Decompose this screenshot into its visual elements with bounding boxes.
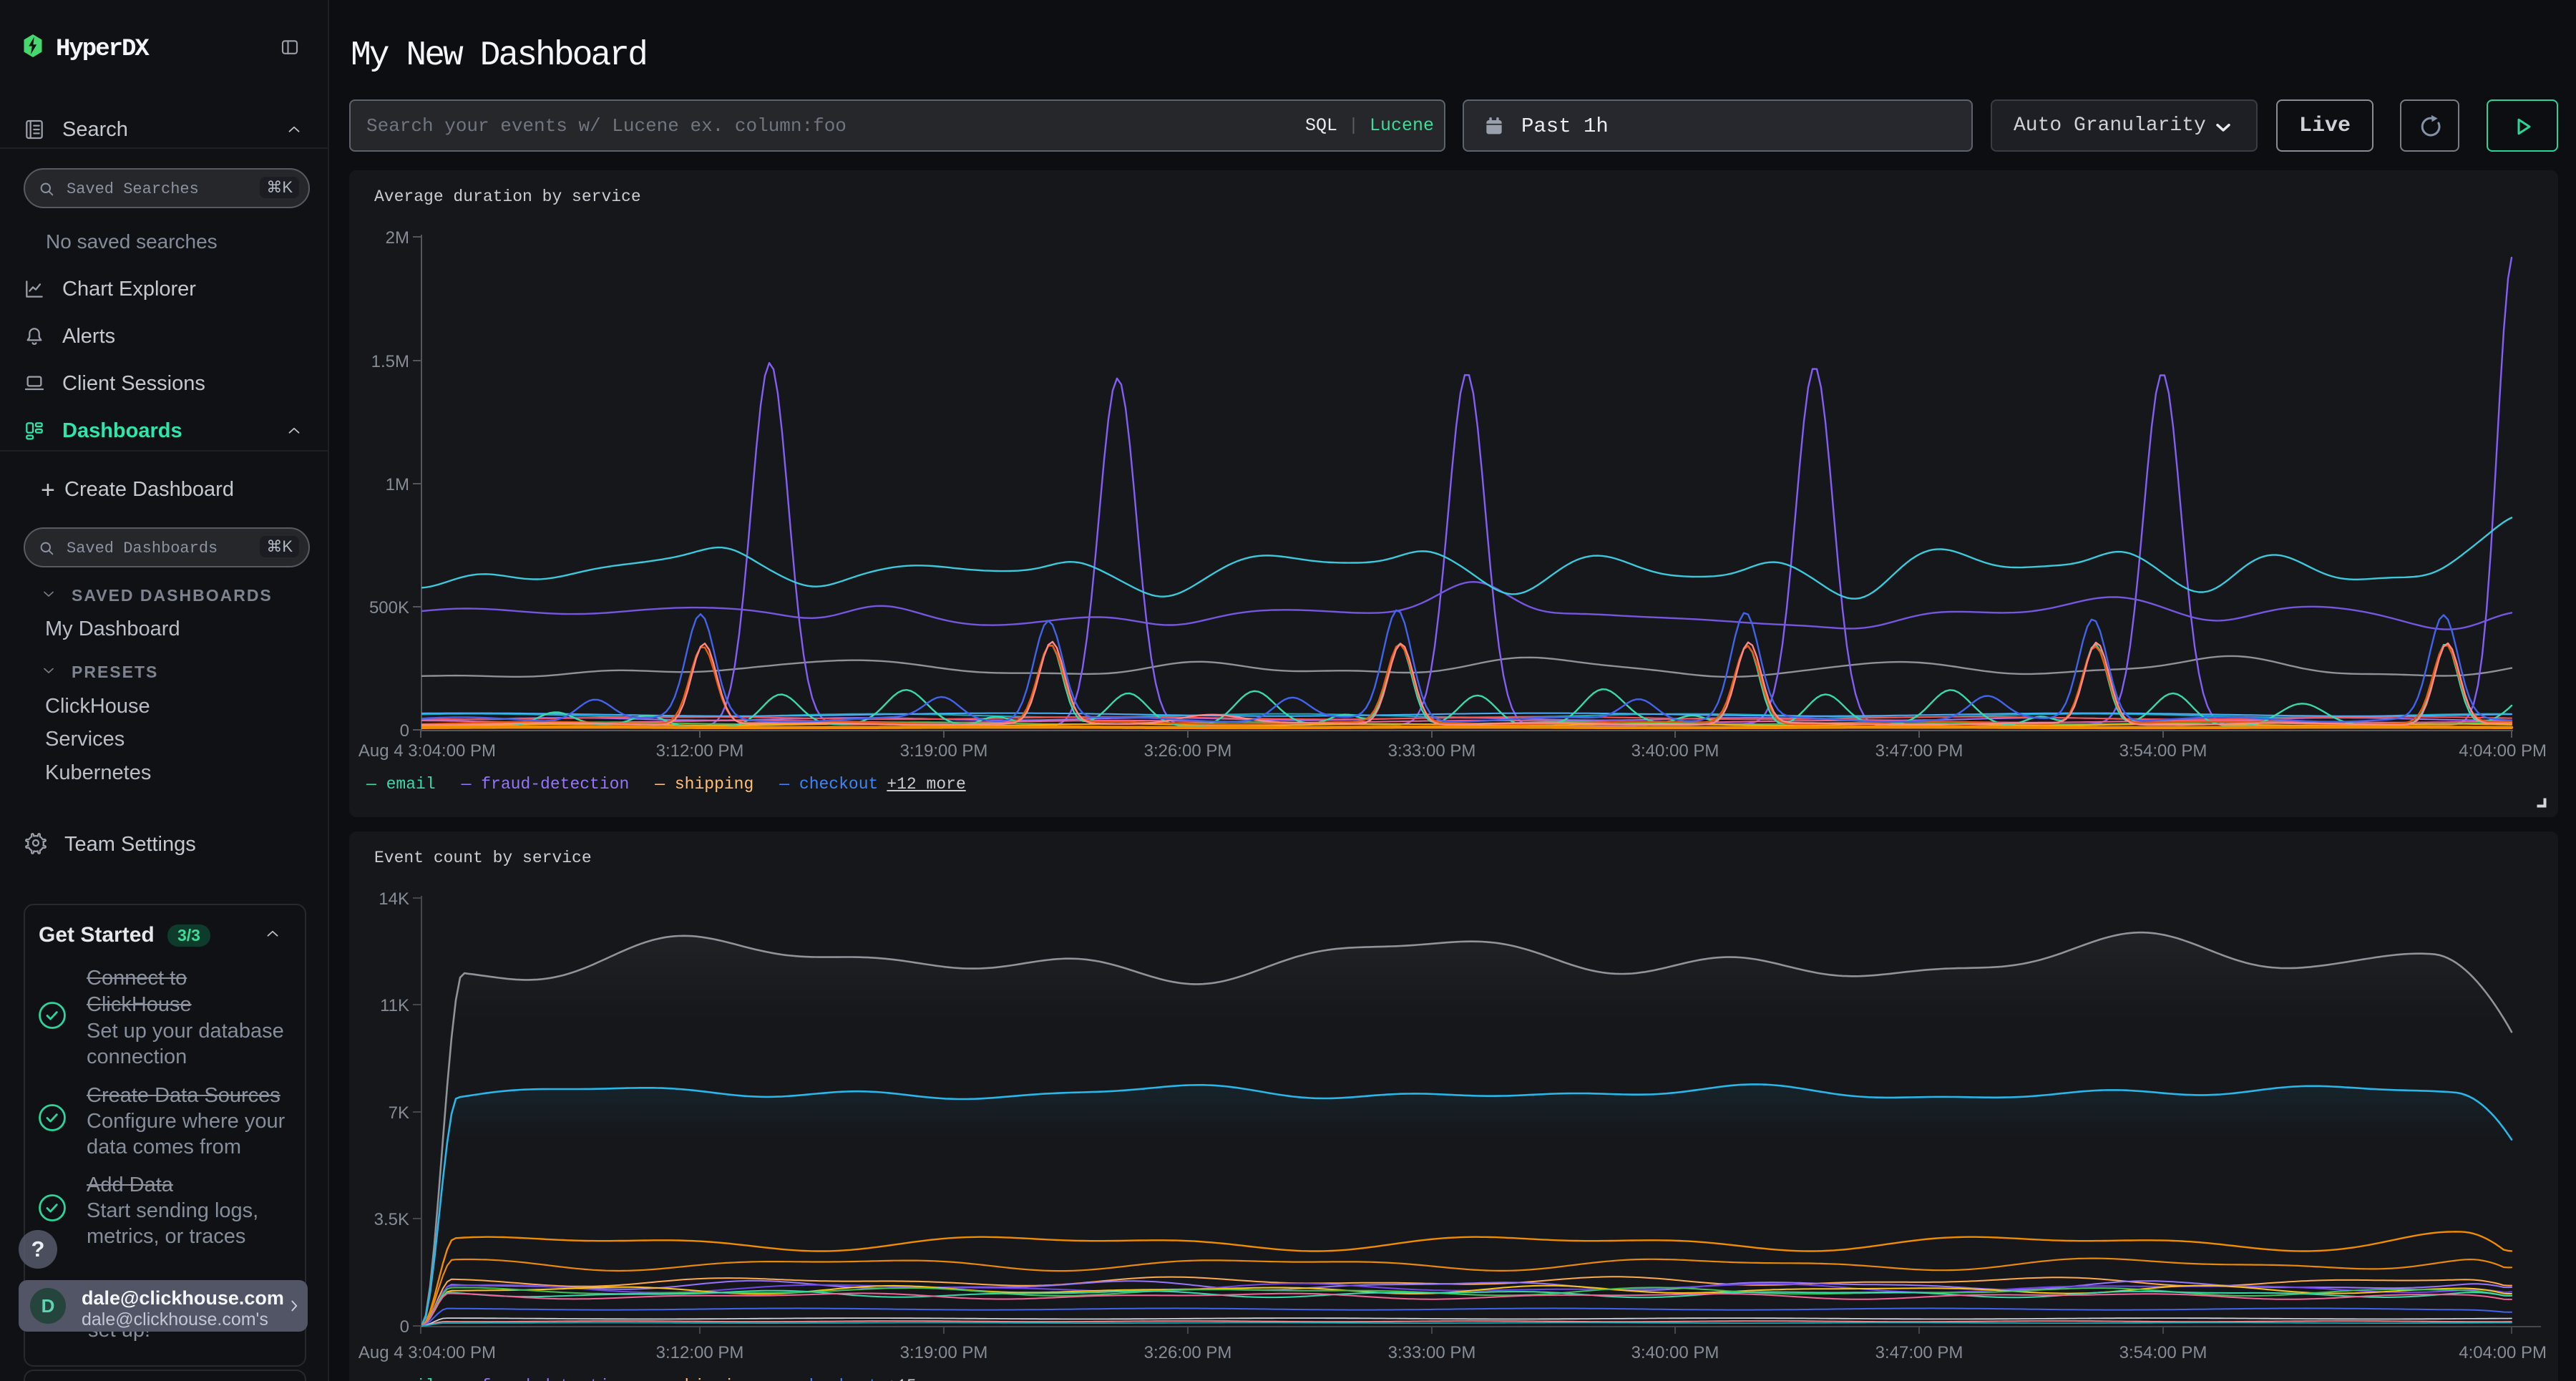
svg-text:3.5K: 3.5K: [374, 1210, 409, 1229]
svg-text:14K: 14K: [379, 889, 409, 909]
svg-text:3:54:00 PM: 3:54:00 PM: [2119, 1343, 2207, 1362]
svg-text:3:26:00 PM: 3:26:00 PM: [1144, 1343, 1232, 1362]
svg-text:3:47:00 PM: 3:47:00 PM: [1875, 1343, 1963, 1362]
svg-text:Aug 4 3:04:00 PM: Aug 4 3:04:00 PM: [358, 1343, 496, 1362]
svg-text:4:04:00 PM: 4:04:00 PM: [2459, 1343, 2547, 1362]
svg-text:3:19:00 PM: 3:19:00 PM: [900, 1343, 988, 1362]
svg-text:7K: 7K: [389, 1103, 409, 1123]
svg-text:0: 0: [400, 1317, 409, 1337]
svg-text:11K: 11K: [380, 996, 409, 1015]
svg-text:3:40:00 PM: 3:40:00 PM: [1631, 1343, 1719, 1362]
svg-text:3:12:00 PM: 3:12:00 PM: [656, 1343, 744, 1362]
svg-text:3:33:00 PM: 3:33:00 PM: [1388, 1343, 1476, 1362]
